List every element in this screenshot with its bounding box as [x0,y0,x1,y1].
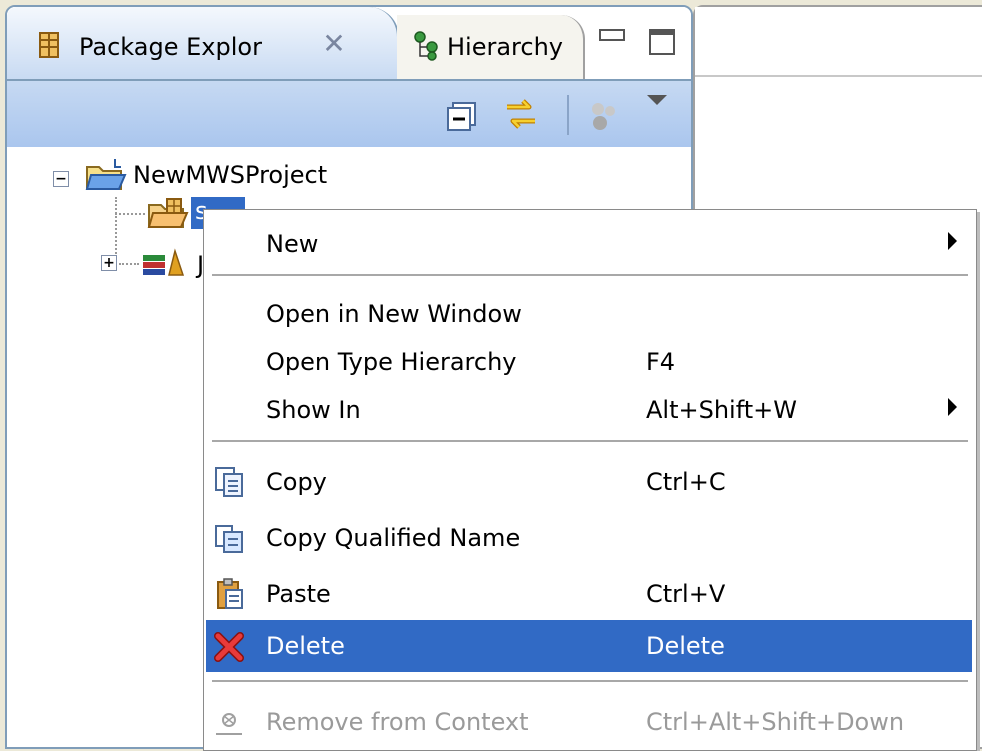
collapse-expander-icon[interactable]: − [53,171,69,187]
menu-item-delete-label: Delete [266,632,345,660]
tab-package-explorer[interactable]: Package Explor ✕ [7,7,399,83]
tree-guide-line [119,263,139,265]
menu-item-copy-qualified-name-label: Copy Qualified Name [266,524,521,552]
delete-icon [214,630,244,662]
submenu-arrow-icon [948,232,957,250]
menu-item-open-type-hierarchy-label: Open Type Hierarchy [266,348,517,376]
package-explorer-icon [37,31,61,63]
minimize-icon[interactable] [599,29,625,41]
menu-item-copy[interactable]: Copy Ctrl+C [206,456,972,508]
focus-task-icon[interactable] [587,99,621,133]
menu-item-delete-accel: Delete [646,632,725,660]
menu-separator [212,680,968,683]
menu-item-paste-accel: Ctrl+V [646,580,726,608]
menu-separator [212,440,968,443]
toolbar-separator [567,95,569,135]
menu-separator [212,274,968,277]
close-icon[interactable]: ✕ [319,29,349,59]
menu-item-show-in-label: Show In [266,396,361,424]
submenu-arrow-icon [948,398,957,416]
tab-hierarchy-label: Hierarchy [447,33,564,61]
copy-qualified-name-icon [214,522,244,554]
menu-item-delete[interactable]: Delete Delete [206,620,972,672]
expand-expander-icon[interactable]: + [101,255,117,271]
menu-item-open-in-new-window[interactable]: Open in New Window [206,288,972,340]
tab-hierarchy[interactable]: Hierarchy [397,15,585,79]
menu-item-copy-qualified-name[interactable]: Copy Qualified Name [206,512,972,564]
menu-item-paste[interactable]: Paste Ctrl+V [206,568,972,620]
context-menu: New Open in New Window Open Type Hierarc… [203,209,977,751]
package-folder-icon [145,195,189,235]
library-icon [141,247,185,281]
paste-icon [214,578,244,610]
link-with-editor-icon[interactable] [501,95,535,129]
menu-item-remove-from-context[interactable]: Remove from Context Ctrl+Alt+Shift+Down [206,696,972,748]
menu-item-copy-accel: Ctrl+C [646,468,726,496]
project-folder-icon [83,157,127,197]
view-menu-icon[interactable] [647,95,667,105]
view-toolbar [7,79,691,149]
menu-item-show-in-accel: Alt+Shift+W [646,396,797,424]
tree-guide-line [115,197,117,257]
menu-item-new[interactable]: New [206,218,972,270]
editor-header [695,7,982,77]
hierarchy-icon [413,31,439,65]
menu-item-open-type-hierarchy-accel: F4 [646,348,676,376]
view-tab-bar: Package Explor ✕ Hierarchy [7,7,691,83]
menu-item-open-type-hierarchy[interactable]: Open Type Hierarchy F4 [206,336,972,388]
menu-item-copy-label: Copy [266,468,327,496]
menu-item-paste-label: Paste [266,580,331,608]
project-label[interactable]: NewMWSProject [133,161,327,189]
menu-item-open-in-new-window-label: Open in New Window [266,300,522,328]
menu-item-remove-from-context-accel: Ctrl+Alt+Shift+Down [646,708,905,736]
collapse-all-icon[interactable] [445,99,479,133]
menu-item-show-in[interactable]: Show In Alt+Shift+W [206,384,972,436]
menu-item-remove-from-context-label: Remove from Context [266,708,529,736]
menu-item-new-label: New [266,230,319,258]
tree-guide-line [115,213,145,215]
maximize-icon[interactable] [649,29,675,55]
tab-package-explorer-label: Package Explor [79,33,262,61]
remove-context-icon [214,706,244,738]
copy-icon [214,466,244,498]
